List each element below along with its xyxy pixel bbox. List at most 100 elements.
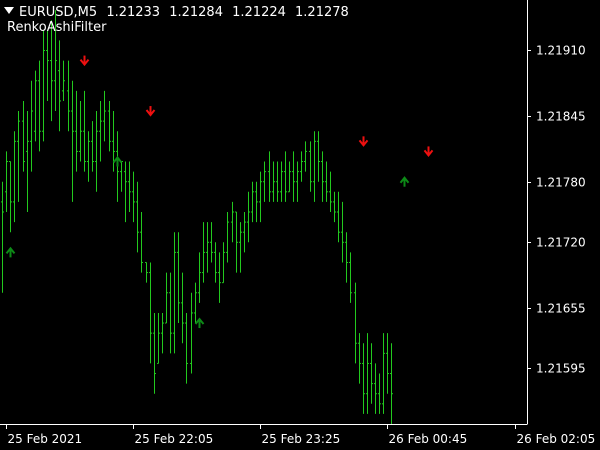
ohlc-bar [17, 111, 20, 202]
ohlc-bar [272, 161, 275, 202]
ohlc-bar [210, 222, 213, 263]
price-tick-label: 1.21845 [536, 110, 586, 124]
ohlc-bar [165, 272, 168, 324]
ohlc-bar [313, 131, 316, 202]
ohlc-bar [62, 60, 65, 101]
buy-arrow-icon [5, 246, 16, 258]
time-tick-label: 26 Feb 00:45 [389, 432, 468, 446]
ohlc-bar [214, 242, 217, 283]
indicator-label: RenkoAshiFilter [7, 20, 107, 35]
ohlc-bar [202, 222, 205, 283]
ohlc-bar [5, 151, 8, 212]
ohlc-bar [247, 191, 250, 243]
buy-arrow-icon [194, 317, 205, 329]
ohlc-bar [390, 343, 393, 424]
ohlc-bar [83, 90, 86, 172]
open-price: 1.21233 [106, 5, 161, 20]
ohlc-bar [145, 261, 148, 283]
ohlc-bar [288, 161, 291, 193]
ohlc-bar [30, 80, 33, 172]
ohlc-bar [46, 30, 49, 101]
ohlc-bar [177, 232, 180, 324]
price-tick-label: 1.21910 [536, 44, 586, 58]
price-chart[interactable]: 1.21910 1.21845 1.21780 1.21720 1.21655 1.215… [0, 0, 600, 450]
ohlc-bar [95, 111, 98, 192]
ohlc-bar [132, 171, 135, 223]
ohlc-bar [34, 70, 37, 142]
axes: 1.21910 1.21845 1.21780 1.21720 1.21655 1.215… [0, 0, 595, 446]
ohlc-bar [161, 312, 164, 354]
sell-arrow-icon [358, 136, 369, 147]
ohlc-bar [263, 161, 266, 202]
ohlc-bar [13, 131, 16, 223]
ohlc-bar [325, 161, 328, 202]
ohlc-bar [38, 60, 41, 152]
collapse-triangle-icon[interactable] [4, 7, 14, 14]
ohlc-bar [329, 171, 332, 212]
ohlc-bars [1, 10, 393, 424]
sell-arrow-icon [79, 55, 90, 67]
ohlc-bar [1, 181, 4, 293]
ohlc-bar [374, 363, 377, 414]
time-tick-label: 25 Feb 2021 [8, 432, 83, 446]
ohlc-bar [124, 161, 127, 223]
buy-arrow-icon [399, 176, 410, 187]
time-tick-label: 25 Feb 22:05 [135, 432, 214, 446]
symbol-timeframe: EURUSD,M5 [19, 5, 98, 20]
ohlc-bar [235, 211, 238, 273]
price-tick-label: 1.21655 [536, 302, 586, 316]
ohlc-bar [309, 141, 312, 192]
ohlc-bar [87, 131, 90, 182]
ohlc-bar [79, 100, 82, 162]
ohlc-bar [157, 312, 160, 364]
ohlc-bar [120, 161, 123, 192]
ohlc-bar [181, 272, 184, 344]
ohlc-bar [378, 373, 381, 414]
price-tick-label: 1.21720 [536, 236, 586, 250]
ohlc-bar [67, 60, 70, 132]
ohlc-bar [103, 90, 106, 142]
ohlc-bar [108, 100, 111, 152]
ohlc-bar [91, 121, 94, 172]
ohlc-bar [382, 333, 385, 414]
ohlc-bar [128, 161, 131, 212]
ohlc-bar [386, 333, 389, 394]
ohlc-bar [75, 90, 78, 172]
buy-arrow-icon [112, 155, 123, 167]
ohlc-bar [251, 181, 254, 223]
ohlc-bar [194, 282, 197, 324]
sell-arrow-icon [423, 146, 434, 158]
ohlc-bar [345, 232, 348, 283]
ohlc-bar [370, 343, 373, 404]
ohlc-bar [284, 151, 287, 202]
ohlc-bar [42, 30, 45, 142]
low-price: 1.21224 [232, 5, 286, 20]
ohlc-bar [255, 181, 258, 223]
ohlc-bar [169, 272, 172, 354]
ohlc-bar [296, 161, 299, 202]
time-tick-label: 26 Feb 02:05 [517, 432, 596, 446]
chart-window[interactable]: 1.21910 1.21845 1.21780 1.21720 1.21655 1.215… [0, 0, 600, 450]
ohlc-bar [50, 20, 53, 122]
sell-arrow-icon [145, 106, 156, 117]
ohlc-bar [304, 141, 307, 172]
ohlc-bar [268, 151, 271, 202]
ohlc-bar [136, 181, 139, 253]
ohlc-bar [173, 232, 176, 354]
ohlc-bar [349, 252, 352, 303]
ohlc-bar [259, 171, 262, 223]
ohlc-bar [140, 212, 143, 273]
ohlc-bar [116, 131, 119, 202]
ohlc-bar [71, 80, 74, 202]
ohlc-bar [222, 242, 225, 284]
ohlc-bar [292, 151, 295, 202]
ohlc-bar [9, 161, 12, 233]
ohlc-bar [231, 201, 234, 243]
ohlc-bar [226, 212, 229, 263]
ohlc-bar [321, 151, 324, 202]
ohlc-bar [218, 252, 221, 303]
ohlc-bar [243, 212, 246, 253]
ohlc-bar [333, 191, 336, 223]
ohlc-bar [58, 40, 61, 132]
ohlc-bar [190, 292, 193, 374]
